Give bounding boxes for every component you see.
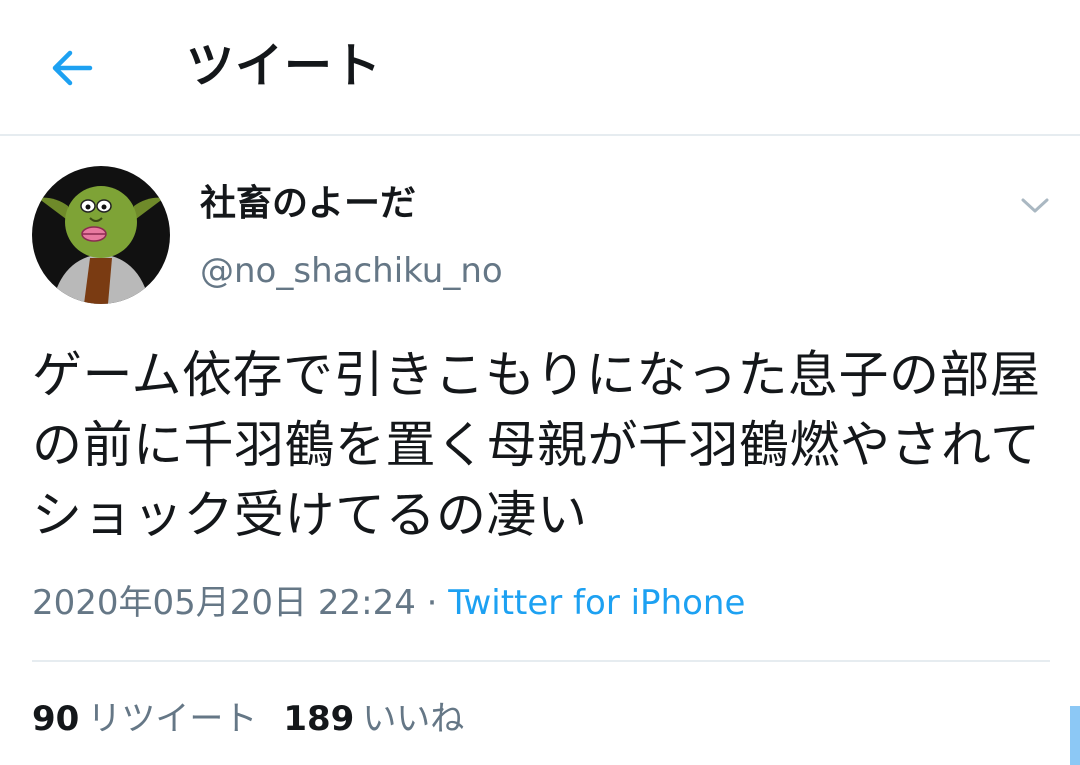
tweet-menu-button[interactable] [1010,184,1060,228]
meta-separator: · [415,583,449,623]
scrollbar-thumb[interactable] [1070,706,1080,765]
tweet-timestamp: 2020年05月20日 22:24 [32,583,416,623]
tweet-text: ゲーム依存で引きこもりになった息子の部屋の前に千羽鶴を置く母親が千羽鶴燃やされて… [32,346,1041,544]
likes-count: 189 [283,699,355,739]
avatar-image [32,166,170,304]
tweet-source-link[interactable]: Twitter for iPhone [448,583,745,623]
avatar[interactable] [32,166,170,304]
author-handle[interactable]: @no_shachiku_no [200,248,503,294]
author-display-name[interactable]: 社畜のよーだ [200,180,416,228]
back-button[interactable] [40,40,104,96]
arrow-left-icon [52,50,93,86]
likes-stat[interactable]: 189 いいね [283,696,464,742]
likes-label: いいね [362,699,465,739]
divider [32,660,1050,662]
chevron-down-icon [1021,198,1049,213]
retweets-label: リツイート [87,699,258,739]
tweet-meta: 2020年05月20日 22:24 · Twitter for iPhone [32,580,745,626]
retweets-count: 90 [32,699,80,739]
page-title: ツイート [186,38,383,94]
retweets-stat[interactable]: 90 リツイート [32,696,257,742]
top-app-bar: ツイート [0,0,1080,136]
tweet-stats: 90 リツイート 189 いいね [32,696,464,742]
